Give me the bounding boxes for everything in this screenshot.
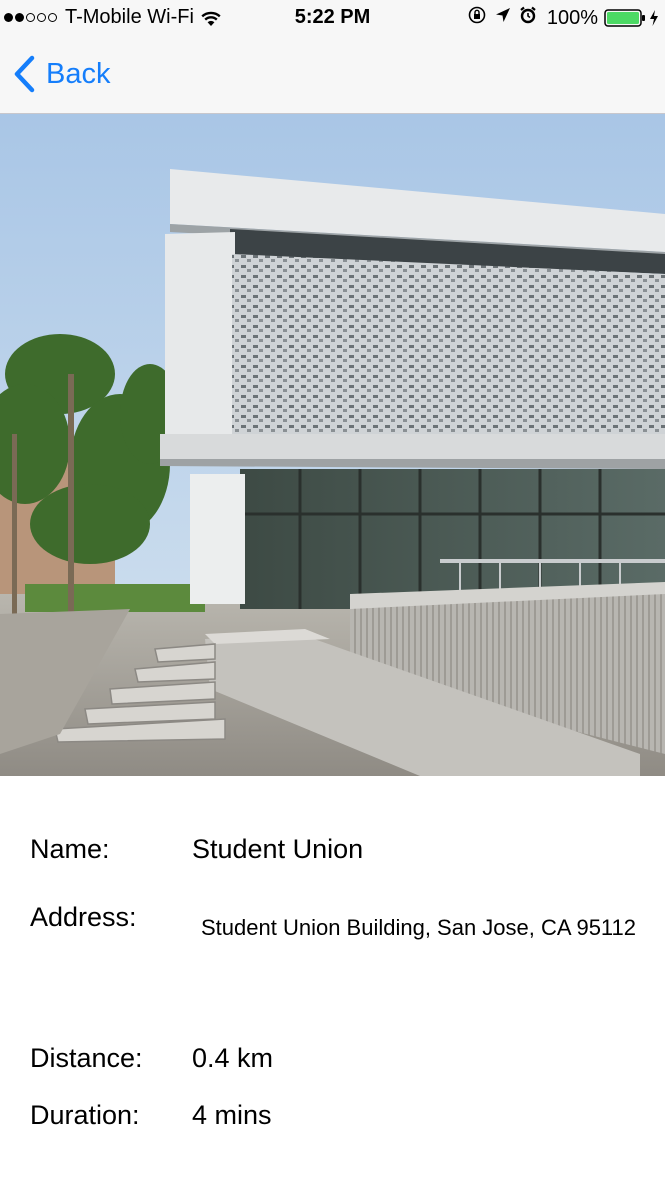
- navigation-bar: Back: [0, 38, 665, 114]
- charging-bolt-icon: [649, 9, 659, 27]
- back-button[interactable]: Back: [12, 55, 110, 93]
- address-label: Address:: [30, 902, 137, 932]
- status-right: 100%: [459, 6, 659, 30]
- orientation-lock-icon: [467, 6, 487, 30]
- address-value: Student Union Building, San Jose, CA 951…: [201, 915, 637, 940]
- chevron-left-icon: [12, 55, 36, 93]
- alarm-icon: [519, 6, 537, 30]
- location-detail-screen: T-Mobile Wi-Fi 5:22 PM 100% Back Name: S…: [0, 0, 665, 1182]
- duration-label: Duration:: [30, 1100, 140, 1130]
- building-photo: [0, 114, 665, 776]
- status-bar: T-Mobile Wi-Fi 5:22 PM 100%: [0, 0, 665, 38]
- name-label: Name:: [30, 834, 110, 864]
- battery-icon: [604, 9, 646, 27]
- name-value: Student Union: [192, 834, 364, 864]
- duration-value: 4 mins: [192, 1100, 272, 1130]
- location-arrow-icon: [495, 6, 511, 30]
- distance-value: 0.4 km: [192, 1043, 274, 1073]
- battery-percentage: 100%: [546, 6, 598, 29]
- back-label: Back: [46, 57, 111, 90]
- distance-label: Distance:: [30, 1043, 143, 1073]
- location-details: Name: Student Union Address: Student Uni…: [0, 776, 665, 1182]
